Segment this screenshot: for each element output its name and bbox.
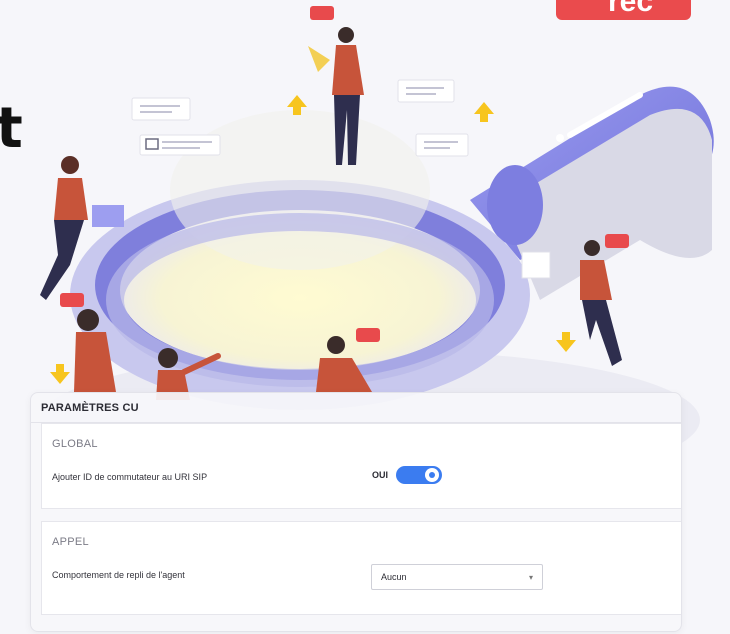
cu-settings-panel: PARAMÈTRES CU GLOBAL Ajouter ID de commu… (30, 392, 682, 632)
appel-section: APPEL Comportement de repli de l'agent A… (41, 521, 681, 615)
switch-id-sip-toggle[interactable] (396, 466, 443, 484)
switch-id-sip-label: Ajouter ID de commutateur au URI SIP (52, 472, 208, 482)
appel-section-title: APPEL (52, 536, 89, 548)
page-stage: t rec PARAMÈTRES CU GLOBAL Ajouter ID de… (0, 0, 730, 634)
chevron-down-icon: ▾ (528, 573, 533, 582)
partial-heading: t (0, 96, 23, 161)
agent-fallback-select[interactable]: Aucun ▾ (371, 564, 543, 590)
global-section-title: GLOBAL (52, 438, 98, 450)
agent-fallback-value: Aucun (381, 572, 407, 582)
global-section: GLOBAL Ajouter ID de commutateur au URI … (41, 423, 681, 509)
toggle-knob (425, 468, 440, 482)
panel-title: PARAMÈTRES CU (31, 393, 681, 423)
toggle-state-label: OUI (372, 470, 389, 480)
switch-id-sip-control: OUI (372, 466, 443, 484)
agent-fallback-label: Comportement de repli de l'agent (52, 570, 185, 580)
red-tag: rec (556, 0, 691, 20)
